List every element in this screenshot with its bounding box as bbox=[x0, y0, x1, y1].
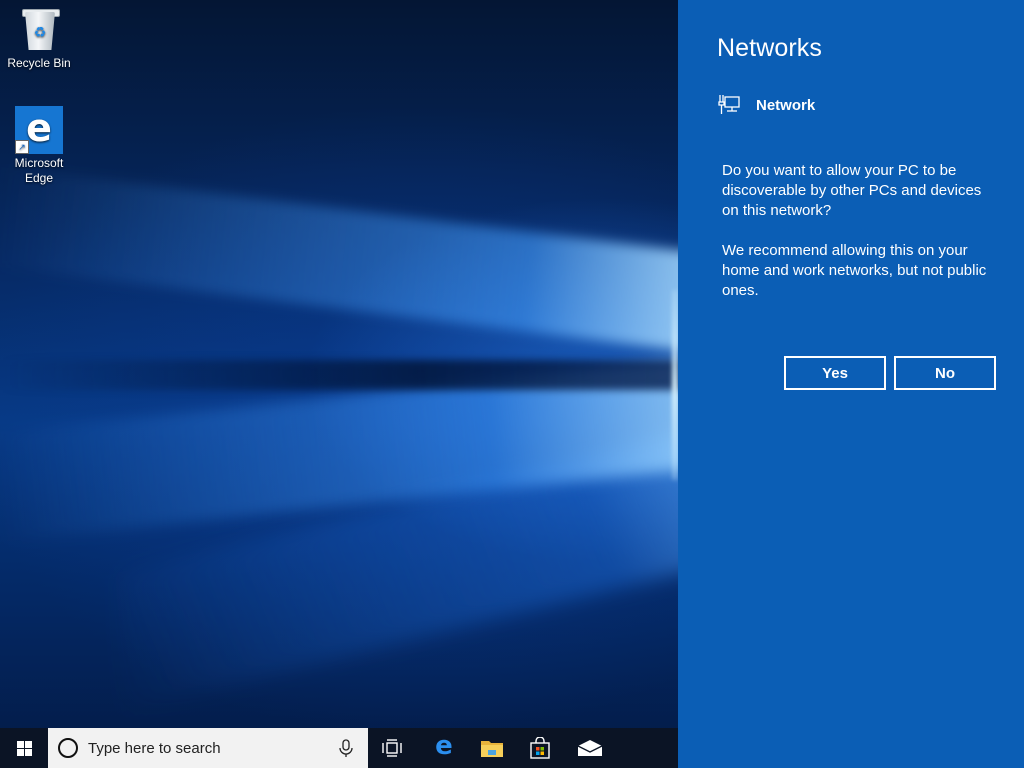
taskbar-search-box[interactable]: Type here to search bbox=[48, 728, 368, 768]
task-view-icon bbox=[382, 739, 402, 757]
desktop-icon-label: Microsoft Edge bbox=[14, 156, 64, 185]
discovery-prompt: Do you want to allow your PC to be disco… bbox=[722, 161, 992, 321]
desktop-icon-microsoft-edge[interactable]: e ↗ Microsoft Edge bbox=[1, 106, 77, 186]
microphone-icon[interactable] bbox=[336, 738, 356, 758]
wallpaper-shadow-band bbox=[0, 360, 700, 390]
wallpaper-light-beam bbox=[120, 427, 700, 713]
mail-envelope-icon bbox=[577, 740, 603, 756]
discovery-question: Do you want to allow your PC to be disco… bbox=[722, 162, 982, 219]
network-name: Network bbox=[756, 96, 816, 114]
wired-network-icon bbox=[718, 95, 740, 114]
edge-icon: e bbox=[435, 731, 453, 761]
flyout-title: Networks bbox=[717, 34, 822, 62]
windows-logo-icon bbox=[16, 740, 32, 756]
start-button[interactable] bbox=[0, 728, 48, 768]
store-bag-icon bbox=[530, 737, 550, 759]
taskbar-file-explorer-button[interactable] bbox=[472, 728, 512, 768]
taskbar-store-button[interactable] bbox=[520, 728, 560, 768]
discovery-recommendation: We recommend allowing this on your home … bbox=[722, 242, 987, 299]
wallpaper-light-beam bbox=[0, 167, 700, 353]
networks-flyout: Networks Network Do you want to allow yo… bbox=[678, 0, 1024, 768]
network-item: Network bbox=[718, 94, 815, 116]
no-button[interactable]: No bbox=[894, 356, 996, 390]
taskbar-edge-button[interactable]: e bbox=[424, 728, 464, 768]
cortana-circle-icon bbox=[58, 738, 78, 758]
search-placeholder: Type here to search bbox=[88, 739, 221, 757]
desktop-icon-recycle-bin[interactable]: ♻ Recycle Bin bbox=[1, 6, 77, 71]
folder-icon bbox=[481, 741, 503, 757]
taskbar-mail-button[interactable] bbox=[570, 728, 610, 768]
recycle-bin-icon: ♻ bbox=[15, 6, 63, 54]
desktop-icon-label: Recycle Bin bbox=[7, 56, 71, 70]
yes-button[interactable]: Yes bbox=[784, 356, 886, 390]
shortcut-arrow-icon: ↗ bbox=[15, 140, 29, 154]
task-view-button[interactable] bbox=[372, 728, 412, 768]
wallpaper-light-beam bbox=[0, 358, 700, 542]
edge-icon: e ↗ bbox=[15, 106, 63, 154]
